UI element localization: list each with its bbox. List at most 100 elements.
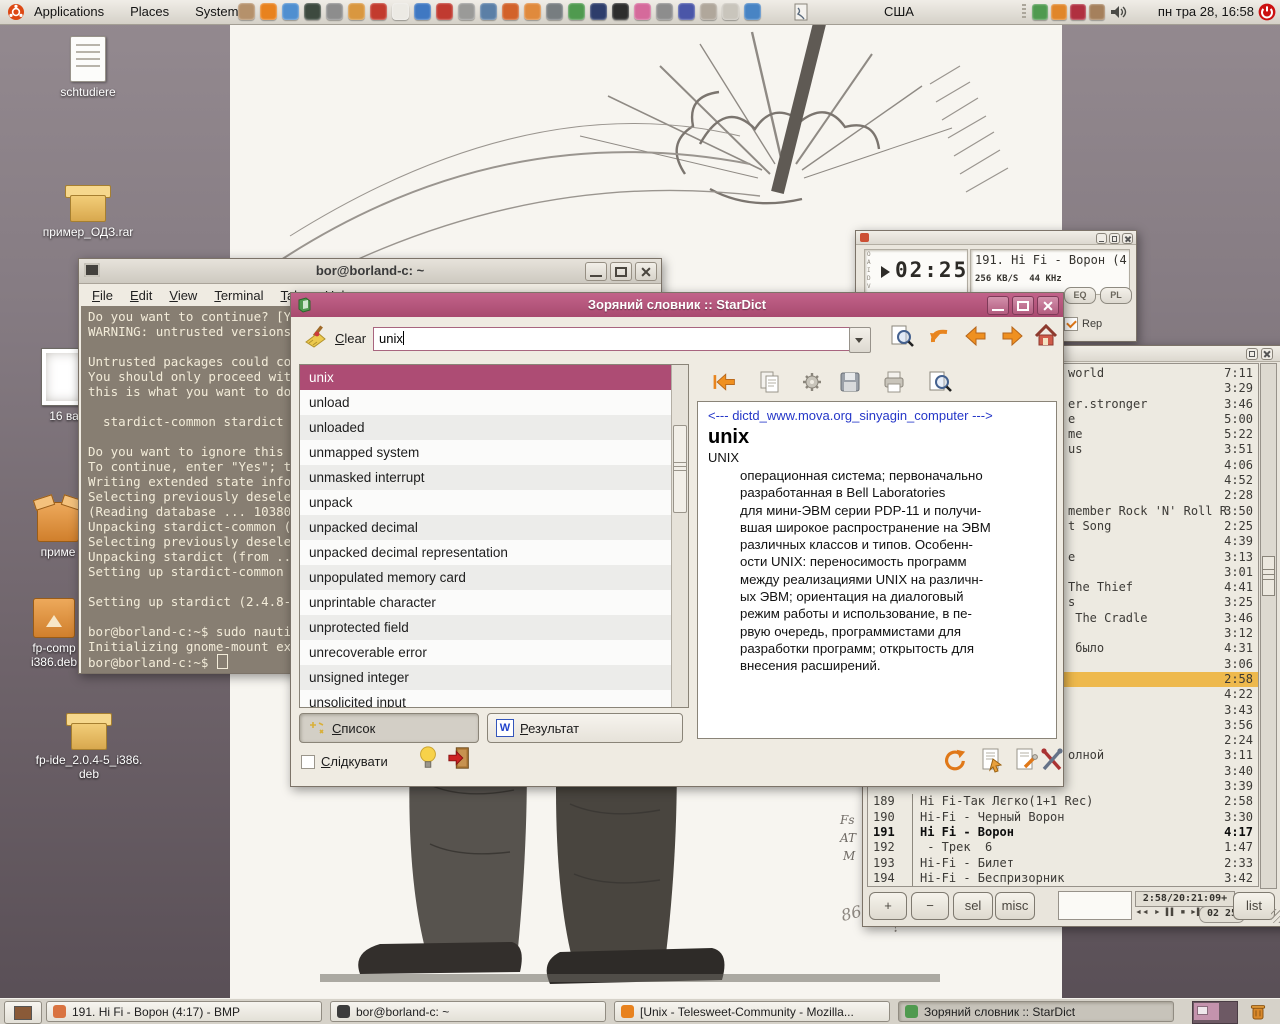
prev-button[interactable]: ◄◄ <box>1135 909 1149 916</box>
player-shade-button[interactable] <box>1109 233 1120 244</box>
word-list-item[interactable]: unloaded <box>300 415 672 440</box>
panel-menu[interactable]: Applications <box>34 0 104 24</box>
equalizer-button[interactable]: EQ <box>1064 287 1096 304</box>
system-monitor-launcher-icon[interactable] <box>304 3 321 20</box>
dictionary-name-link[interactable]: <--- dictd_www.mova.org_sinyagin_compute… <box>708 408 1046 423</box>
preferences-tools-icon[interactable] <box>1039 747 1065 773</box>
playlist-shade-button[interactable] <box>1246 348 1258 360</box>
playlist-row[interactable]: 189 Hi Fi-Так Лєгко(1+1 Rec) 2:58 <box>868 794 1258 809</box>
clutterbar-letter[interactable]: I <box>867 267 871 275</box>
definition-pane[interactable]: <--- dictd_www.mova.org_sinyagin_compute… <box>697 401 1057 739</box>
follow-label[interactable]: Слідкувати <box>321 754 388 769</box>
playlist-control-button[interactable]: + <box>869 892 907 920</box>
word-list[interactable]: unixunloadunloadedunmapped systemunmaske… <box>299 364 689 708</box>
workspace-switcher[interactable] <box>1192 1001 1238 1024</box>
menu-item[interactable]: File <box>92 288 113 303</box>
close-button[interactable] <box>635 262 657 281</box>
clock[interactable]: пн тра 28, 16:58 <box>1158 0 1254 24</box>
repeat-toggle[interactable]: Rep <box>1064 317 1102 331</box>
playlist-button[interactable]: PL <box>1100 287 1132 304</box>
basilisk-launcher-icon[interactable] <box>502 3 519 20</box>
fuzzy-search-icon[interactable] <box>889 323 915 349</box>
beagle-tray-icon[interactable] <box>1089 4 1105 20</box>
thunderbird-launcher-icon[interactable] <box>282 3 299 20</box>
player-close-button[interactable] <box>1122 233 1133 244</box>
playlist-close-button[interactable] <box>1261 348 1273 360</box>
word-list-item[interactable]: unpacked decimal <box>300 515 672 540</box>
keyboard-layout-indicator[interactable]: США <box>884 0 914 24</box>
pause-button[interactable]: ▌▌ <box>1166 909 1176 916</box>
menu-item[interactable]: View <box>169 288 197 303</box>
cut-launcher-icon[interactable] <box>436 3 453 20</box>
taskbar-window-button[interactable]: Зоряний словник :: StarDict <box>898 1001 1174 1022</box>
word-list-item[interactable]: unload <box>300 390 672 415</box>
desktop-icon-fp-ide[interactable]: fp-ide_2.0.4-5_i386. deb <box>26 710 152 781</box>
exit-door-icon[interactable] <box>447 745 473 771</box>
trash-icon[interactable] <box>1248 1002 1268 1022</box>
word-list-scrollbar[interactable] <box>671 365 688 707</box>
playlist-control-button[interactable]: misc <box>995 892 1035 920</box>
follow-checkbox[interactable] <box>301 755 315 769</box>
search-text-icon[interactable] <box>927 369 953 395</box>
ubuntu-menu-icon[interactable] <box>7 3 25 21</box>
beagle-launcher-icon[interactable] <box>238 3 255 20</box>
word-list-item[interactable]: unprintable character <box>300 590 672 615</box>
terminal-launcher-icon[interactable] <box>612 3 629 20</box>
screensaver-launcher-icon[interactable] <box>590 3 607 20</box>
word-list-item[interactable]: unpacked decimal representation <box>300 540 672 565</box>
playlist-control-button[interactable]: − <box>911 892 949 920</box>
back-to-word-icon[interactable] <box>711 369 737 395</box>
clutterbar-letter[interactable]: O <box>867 251 871 259</box>
keyboard-launcher-icon[interactable] <box>722 3 739 20</box>
playlist-control-button[interactable]: sel <box>953 892 993 920</box>
tab-result[interactable]: W Результат <box>487 713 683 743</box>
cut-tray-icon[interactable] <box>1051 4 1067 20</box>
volume-icon[interactable] <box>1110 4 1127 20</box>
desktop-icon-primer-rar[interactable]: пример_ОДЗ.rar <box>33 182 143 239</box>
taskbar-window-button[interactable]: bor@borland-c: ~ <box>330 1001 606 1022</box>
undo-arrow-icon[interactable] <box>927 323 953 349</box>
screenshot-launcher-icon[interactable] <box>546 3 563 20</box>
playlist-row[interactable]: 194 Hi-Fi - Беспризорник 3:42 <box>868 871 1258 886</box>
play-button[interactable]: ► <box>1154 909 1161 916</box>
dictionary-launcher-icon[interactable] <box>568 3 585 20</box>
word-list-item[interactable]: unsolicited input <box>300 690 672 708</box>
word-list-item[interactable]: unpopulated memory card <box>300 565 672 590</box>
menu-item[interactable]: Terminal <box>214 288 263 303</box>
stardict-titlebar[interactable]: Зоряний словник :: StarDict <box>291 293 1063 317</box>
word-list-scrollbar-thumb[interactable] <box>673 425 687 513</box>
playlist-scrollbar[interactable] <box>1260 363 1277 889</box>
word-list-item[interactable]: unpack <box>300 490 672 515</box>
playlist-scrollbar-thumb[interactable] <box>1262 556 1275 596</box>
maximize-button[interactable] <box>610 262 632 281</box>
document-launcher-icon[interactable] <box>392 3 409 20</box>
terminal-titlebar[interactable]: bor@borland-c: ~ <box>79 259 661 284</box>
word-list-item[interactable]: unrecoverable error <box>300 640 672 665</box>
gear2-launcher-icon[interactable] <box>656 3 673 20</box>
stardict-maximize-button[interactable] <box>1012 296 1034 315</box>
word-list-item[interactable]: unix <box>300 365 672 390</box>
desktop-icon-schtudiere[interactable]: schtudiere <box>33 36 143 99</box>
minimize-button[interactable] <box>585 262 607 281</box>
player-titlebar[interactable] <box>856 231 1136 245</box>
playlist-row[interactable]: 193 Hi-Fi - Билет 2:33 <box>868 856 1258 871</box>
back-arrow-icon[interactable] <box>963 323 989 349</box>
tools-tray-icon[interactable] <box>1070 4 1086 20</box>
taskbar-window-button[interactable]: 191. Hi Fi - Ворон (4:17) - BMP <box>46 1001 322 1022</box>
package-launcher-icon[interactable] <box>348 3 365 20</box>
document-edit-icon[interactable] <box>1013 747 1039 773</box>
stardict-tray-icon[interactable] <box>1032 4 1048 20</box>
word-list-item[interactable]: unprotected field <box>300 615 672 640</box>
gimp-launcher-icon[interactable] <box>458 3 475 20</box>
user-launcher-icon[interactable] <box>524 3 541 20</box>
panel-menu[interactable]: System <box>195 0 238 24</box>
stop-button[interactable]: ■ <box>1181 909 1185 916</box>
clutterbar-letter[interactable]: A <box>867 259 871 267</box>
document-pointer-icon[interactable] <box>979 747 1005 773</box>
home-icon[interactable] <box>1033 323 1059 349</box>
save-icon[interactable] <box>837 369 863 395</box>
update-manager-launcher-icon[interactable] <box>414 3 431 20</box>
print-icon[interactable] <box>881 369 907 395</box>
tools-launcher-icon[interactable] <box>370 3 387 20</box>
forward-arrow-icon[interactable] <box>999 323 1025 349</box>
